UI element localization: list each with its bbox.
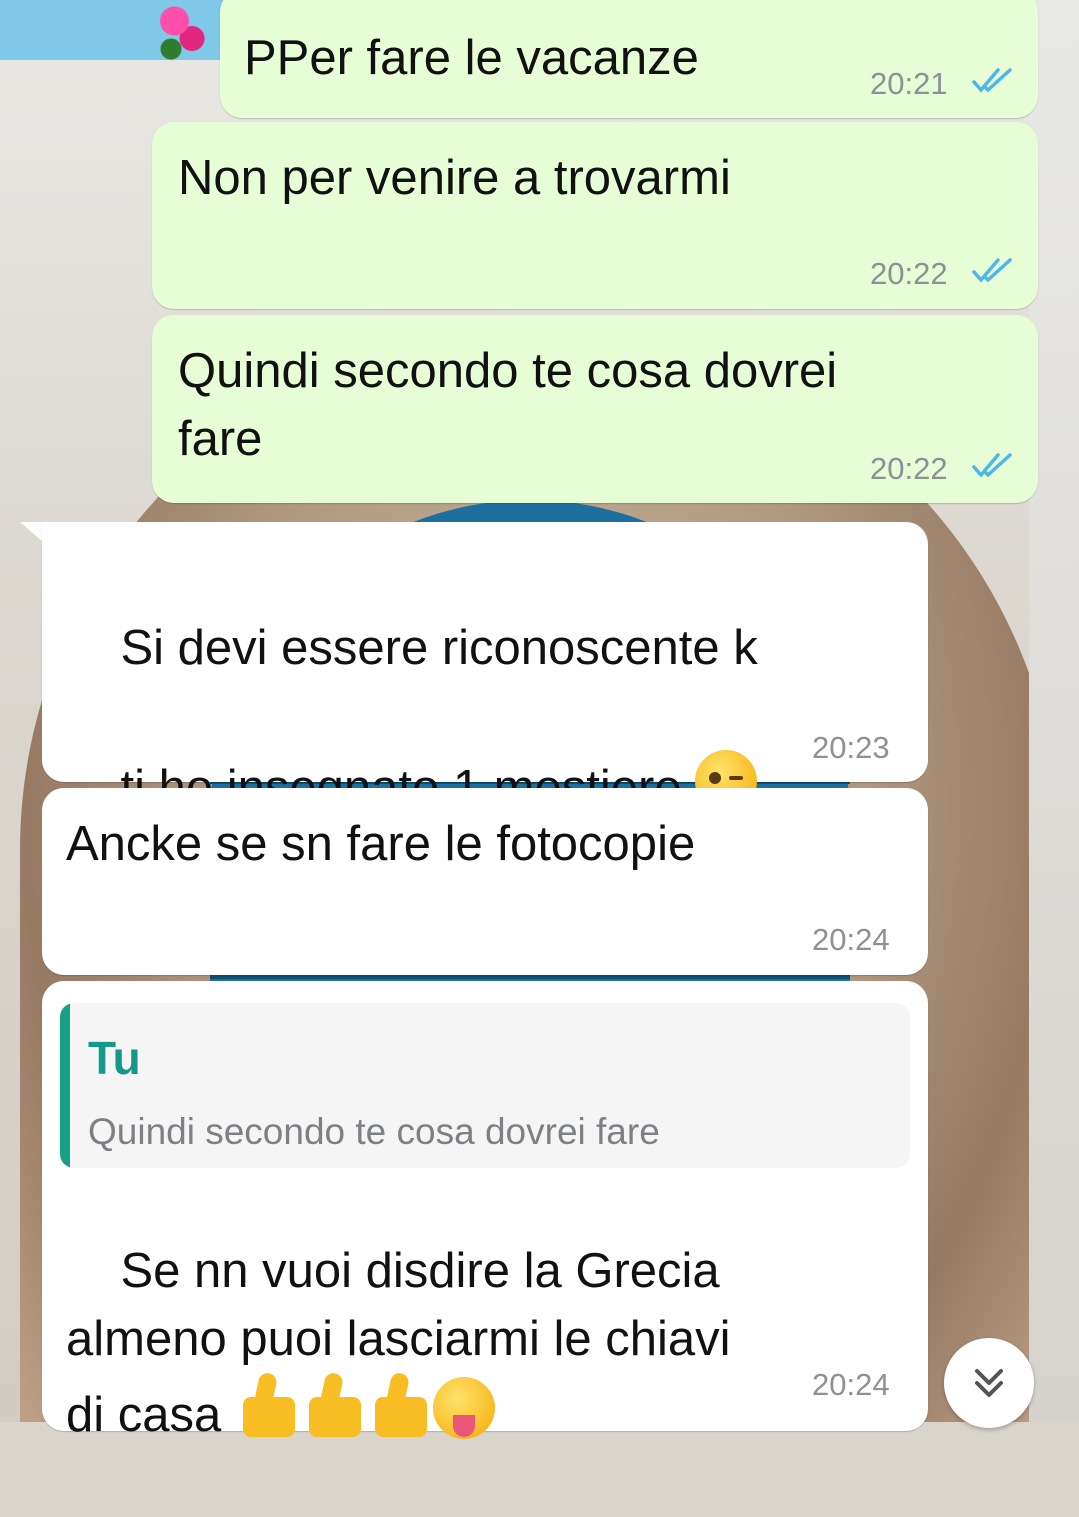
message-time: 20:24 bbox=[812, 922, 890, 957]
wallpaper-door-line bbox=[210, 975, 850, 979]
reply-quote-text: Quindi secondo te cosa dovrei fare bbox=[88, 1111, 660, 1152]
message-text-line: Si devi essere riconoscente k bbox=[120, 621, 758, 675]
squinting-tongue-emoji-icon bbox=[432, 1377, 495, 1439]
scroll-to-bottom-button[interactable] bbox=[944, 1338, 1034, 1428]
message-text: PPer fare le vacanze bbox=[244, 31, 699, 85]
message-time: 20:24 bbox=[812, 1367, 890, 1402]
double-chevron-down-icon bbox=[975, 1369, 1003, 1397]
message-bubble-incoming[interactable]: Si devi essere riconoscente k ti ho inse… bbox=[42, 522, 928, 815]
message-bubble-outgoing[interactable]: Non per venire a trovarmi 20:22 bbox=[152, 122, 1038, 309]
thumbs-up-emoji-icon bbox=[235, 1373, 301, 1439]
double-check-icon bbox=[972, 453, 1012, 478]
thumbs-up-emoji-icon bbox=[367, 1373, 433, 1439]
reply-quote-accent-bar bbox=[60, 1003, 70, 1168]
message-time: 20:21 bbox=[870, 66, 948, 101]
message-bubble-outgoing[interactable]: Quindi secondo te cosa dovrei fare 20:22 bbox=[152, 315, 1038, 503]
wallpaper-flowers bbox=[150, 0, 220, 70]
double-check-icon bbox=[972, 258, 1012, 283]
double-check-icon bbox=[972, 68, 1012, 93]
message-text: Non per venire a trovarmi bbox=[178, 151, 731, 205]
message-text: Ancke se sn fare le fotocopie bbox=[66, 817, 696, 871]
message-text: Quindi secondo te cosa dovrei fare bbox=[178, 344, 838, 466]
message-time: 20:23 bbox=[812, 730, 890, 765]
message-text: Se nn vuoi disdire la Grecia almeno puoi… bbox=[66, 1169, 731, 1517]
message-bubble-incoming[interactable]: Ancke se sn fare le fotocopie 20:24 bbox=[42, 788, 928, 975]
message-bubble-outgoing[interactable]: PPer fare le vacanze 20:21 bbox=[220, 0, 1038, 118]
message-time: 20:22 bbox=[870, 451, 948, 486]
reply-quote-author: Tu bbox=[88, 1032, 141, 1084]
message-time: 20:22 bbox=[870, 256, 948, 291]
thumbs-up-emoji-icon bbox=[301, 1373, 367, 1439]
reply-quote[interactable]: Tu Quindi secondo te cosa dovrei fare bbox=[60, 1003, 910, 1168]
